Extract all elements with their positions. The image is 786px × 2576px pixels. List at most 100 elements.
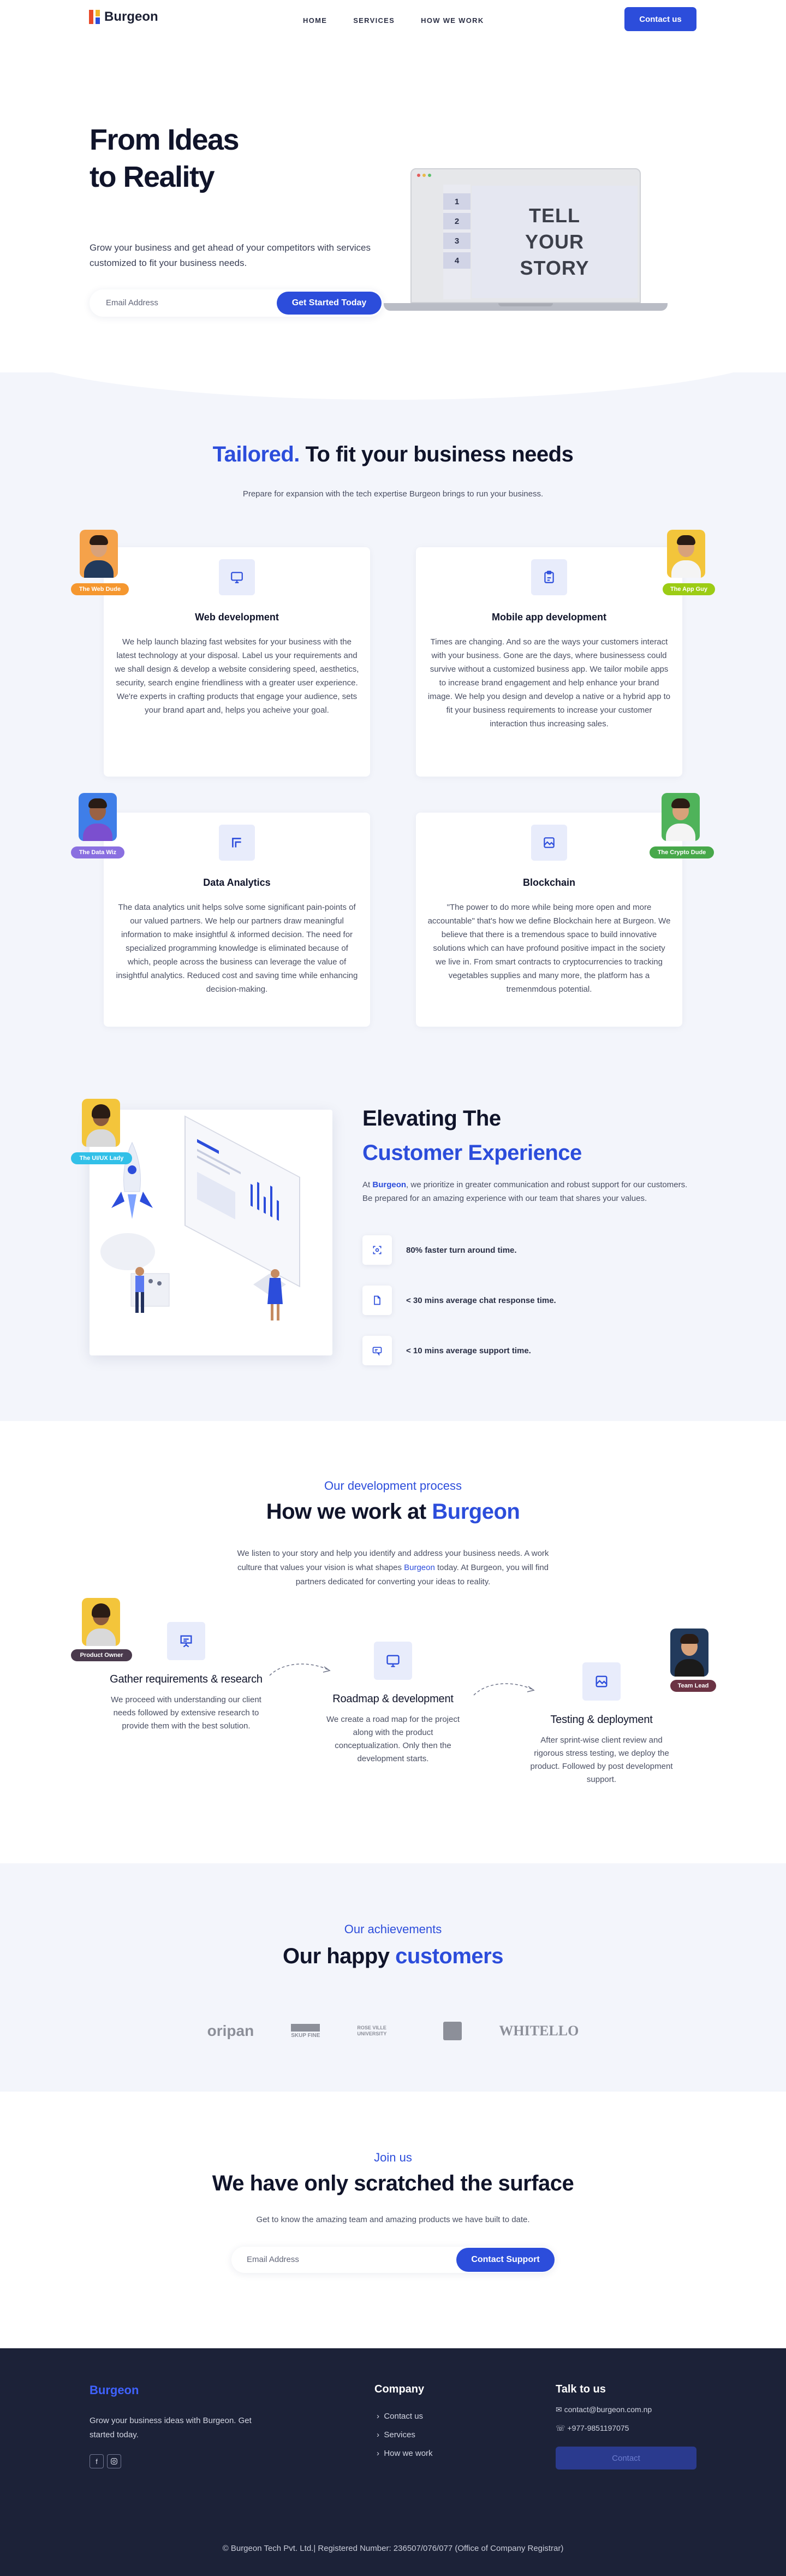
service-card-mobile: Mobile app development Times are changin… — [416, 547, 682, 777]
story-line: TELL — [529, 204, 580, 227]
customer-experience-illustration — [90, 1110, 332, 1355]
client-logo-whitello: WHITELLO — [499, 2023, 579, 2039]
footer-link-label: How we work — [384, 2449, 433, 2458]
app-guy-avatar — [667, 530, 705, 578]
process-kicker: Our development process — [324, 1479, 462, 1493]
copyright: © Burgeon Tech Pvt. Ltd.| Registered Num… — [222, 2544, 564, 2553]
services-title: Tailored. To fit your business needs — [0, 442, 786, 467]
footer-phone[interactable]: ☏ +977-9851197075 — [556, 2424, 629, 2433]
nav-home[interactable]: HOME — [303, 16, 327, 25]
process-step-3: Testing & deployment After sprint-wise c… — [514, 1662, 689, 1786]
elevate-title-line2: Customer Experience — [362, 1141, 582, 1165]
stat-item: < 30 mins average chat response time. — [362, 1286, 556, 1315]
process-step-2: Roadmap & development We create a road m… — [306, 1642, 480, 1766]
focus-icon — [362, 1235, 392, 1265]
service-text: We help launch blazing fast websites for… — [115, 637, 359, 715]
story-line: STORY — [520, 257, 590, 279]
footer-link-services[interactable]: › Services — [377, 2430, 415, 2439]
process-title: How we work at Burgeon — [0, 1500, 786, 1524]
process-title-prefix: How we work at — [266, 1500, 427, 1524]
site-footer: Burgeon Grow your business ideas with Bu… — [0, 2348, 786, 2576]
achievements-section: Our achievements Our happy customers ori… — [0, 1863, 786, 2092]
client-logo-square — [443, 2022, 462, 2040]
services-subtitle: Prepare for expansion with the tech expe… — [242, 489, 544, 499]
clipboard-icon — [531, 559, 567, 595]
service-card-web: Web development We help launch blazing f… — [104, 547, 370, 777]
site-header: Burgeon HOME SERVICES HOW WE WORK Contac… — [0, 0, 786, 39]
tell-your-story-text: TELL YOUR STORY — [472, 186, 638, 298]
stat-item: < 10 mins average support time. — [362, 1336, 531, 1365]
brand-logo[interactable]: Burgeon — [89, 9, 158, 25]
screen-tab: 1 — [443, 193, 471, 210]
footer-link-how-we-work[interactable]: › How we work — [377, 2449, 433, 2458]
step-title: Roadmap & development — [332, 1693, 454, 1705]
footer-contact-button[interactable]: Contact — [556, 2447, 696, 2470]
service-title: Blockchain — [522, 877, 576, 888]
data-wiz-avatar — [79, 793, 117, 841]
desc-prefix: At — [362, 1180, 371, 1189]
customer-logos: oripan SKUP FINE ROSE VILLE UNIVERSITY W… — [0, 2022, 786, 2040]
footer-link-contact[interactable]: › Contact us — [377, 2412, 423, 2421]
ux-lady-avatar — [82, 1099, 120, 1147]
join-kicker: Join us — [374, 2151, 412, 2164]
facebook-icon[interactable]: f — [90, 2454, 104, 2468]
hero-title-line1: From Ideas — [90, 123, 240, 156]
stat-text: < 10 mins average support time. — [406, 1346, 531, 1355]
hero-email-input[interactable]: Email Address — [106, 298, 158, 307]
footer-description: Grow your business ideas with Burgeon. G… — [90, 2416, 252, 2439]
hero-title-line2: to Reality — [90, 161, 215, 193]
laptop-illustration: 1 2 3 4 TELL YOUR STORY — [384, 168, 668, 311]
hero-signup-form: Email Address Get Started Today — [90, 289, 383, 317]
analytics-monitor-icon — [100, 1115, 300, 1320]
services-title-rest: To fit your business needs — [305, 442, 574, 466]
image-icon — [531, 825, 567, 861]
image-icon — [582, 1662, 621, 1701]
instagram-icon[interactable] — [107, 2454, 121, 2468]
contact-support-button[interactable]: Contact Support — [456, 2248, 555, 2272]
footer-link-label: Contact us — [384, 2412, 424, 2421]
hero-section: From Ideas to Reality Grow your business… — [0, 39, 786, 372]
screen-tab: 3 — [443, 233, 471, 249]
join-section: Join us We have only scratched the surfa… — [0, 2092, 786, 2348]
section-curve — [0, 345, 786, 400]
story-line: YOUR — [525, 230, 584, 253]
screen-tab: 2 — [443, 213, 471, 229]
get-started-button[interactable]: Get Started Today — [277, 292, 382, 315]
achievements-kicker: Our achievements — [344, 1922, 442, 1936]
person-tag: The Data Wiz — [71, 846, 124, 858]
logo-icon — [89, 10, 100, 24]
achievements-title-prefix: Our happy — [283, 1944, 390, 1968]
web-dude-avatar — [80, 530, 118, 578]
desc-brand: Burgeon — [404, 1563, 435, 1572]
main-nav: HOME SERVICES HOW WE WORK — [303, 16, 484, 25]
stat-text: 80% faster turn around time. — [406, 1245, 517, 1255]
nav-how-we-work[interactable]: HOW WE WORK — [421, 16, 484, 25]
phone-icon: ☏ — [556, 2424, 565, 2432]
achievements-title-accent: customers — [395, 1944, 503, 1968]
join-subtitle: Get to know the amazing team and amazing… — [256, 2215, 530, 2224]
footer-email[interactable]: ✉ contact@burgeon.com.np — [556, 2405, 652, 2414]
step-text: We proceed with understanding our client… — [111, 1695, 261, 1731]
person-tag: The Crypto Dude — [650, 846, 714, 858]
laptop-base — [384, 303, 668, 311]
person-tag: The App Guy — [663, 583, 715, 595]
nav-services[interactable]: SERVICES — [353, 16, 395, 25]
client-logo-oripan: oripan — [207, 2022, 254, 2039]
service-text: "The power to do more while being more o… — [427, 903, 671, 994]
step-text: We create a road map for the project alo… — [326, 1715, 460, 1763]
file-icon — [362, 1286, 392, 1315]
presentation-icon — [167, 1622, 205, 1660]
footer-brand[interactable]: Burgeon — [90, 2383, 139, 2397]
elevate-description: At Burgeon, we prioritize in greater com… — [362, 1178, 690, 1205]
step-title: Testing & deployment — [550, 1714, 653, 1726]
chart-icon — [219, 825, 255, 861]
join-form: Email Address Contact Support — [231, 2247, 555, 2273]
elevate-title-line1: Elevating The — [362, 1106, 501, 1130]
join-title: We have only scratched the surface — [212, 2171, 574, 2195]
join-email-input[interactable]: Email Address — [247, 2255, 299, 2264]
step-title: Gather requirements & research — [110, 1673, 263, 1685]
service-title: Web development — [195, 612, 279, 623]
footer-link-label: Services — [384, 2430, 415, 2439]
service-text: Times are changing. And so are the ways … — [427, 637, 671, 729]
contact-us-button[interactable]: Contact us — [624, 7, 696, 31]
